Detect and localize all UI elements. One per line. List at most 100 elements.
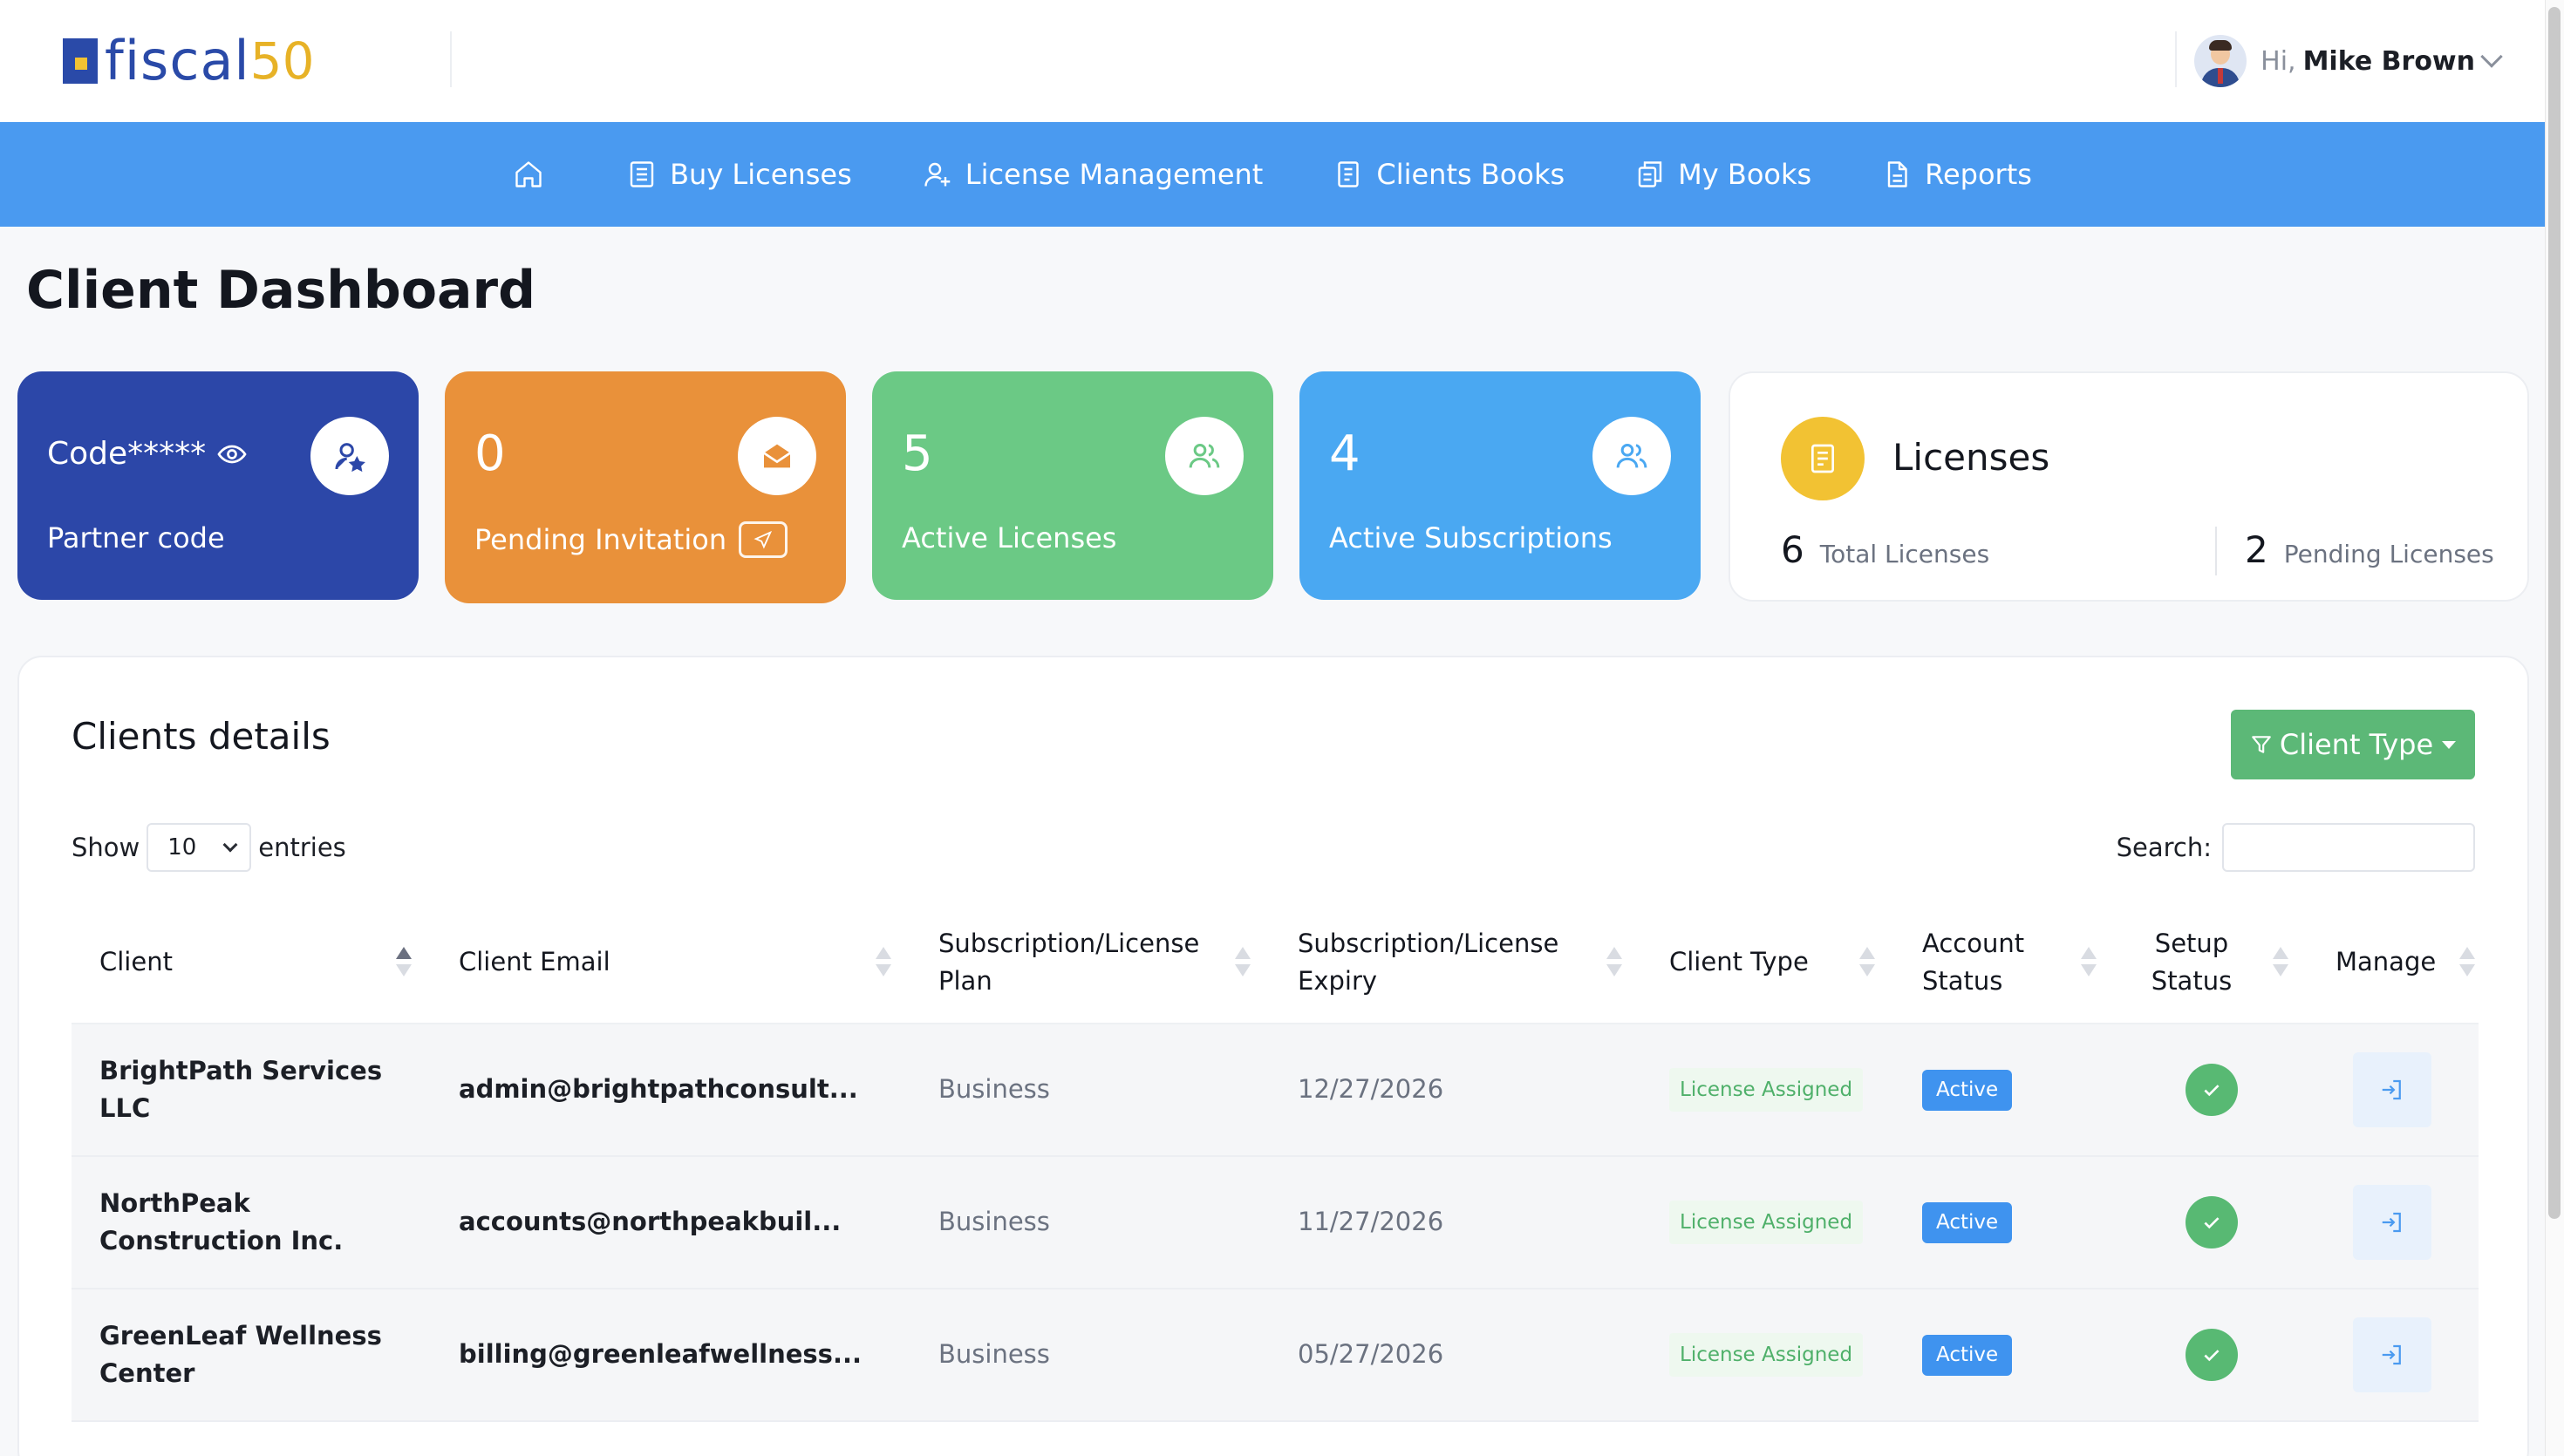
column-header-client-type[interactable]: Client Type	[1641, 901, 1894, 1024]
sort-icon	[1858, 946, 1875, 978]
table-search: Search:	[2117, 823, 2475, 872]
table-row[interactable]: BrightPath Services LLC admin@brightpath…	[72, 1024, 2479, 1157]
manage-login-button[interactable]	[2353, 1185, 2431, 1260]
table-row[interactable]: NorthPeak Construction Inc. accounts@nor…	[72, 1156, 2479, 1289]
client-name: NorthPeak Construction Inc.	[72, 1156, 431, 1289]
client-type-badge: License Assigned	[1669, 1332, 1864, 1378]
copy-icon	[1638, 161, 1662, 187]
entries-label: entries	[258, 833, 346, 862]
nav-home[interactable]	[513, 159, 556, 190]
client-email: admin@brightpathconsult...	[431, 1024, 910, 1157]
user-plus-icon	[924, 162, 950, 187]
table-row[interactable]: GreenLeaf Wellness Center billing@greenl…	[72, 1289, 2479, 1422]
setup-status-cell	[2116, 1024, 2308, 1157]
clients-details-panel: Clients details Client Type Show 10 entr…	[17, 656, 2529, 1456]
entries-select[interactable]: 10	[147, 823, 252, 872]
nav-my-books-label: My Books	[1678, 158, 1812, 191]
account-status-cell: Active	[1894, 1024, 2116, 1157]
stat-divider	[2215, 527, 2217, 575]
sort-icon	[2271, 946, 2288, 978]
sort-icon	[1233, 946, 1251, 978]
sort-icon	[1605, 946, 1622, 978]
entries-select-value: 10	[167, 834, 197, 861]
nav-reports-label: Reports	[1925, 158, 2032, 191]
partner-code-text: Code*****	[47, 436, 207, 472]
home-icon	[515, 161, 542, 187]
active-subscriptions-label: Active Subscriptions	[1329, 521, 1613, 555]
status-badge: Active	[1922, 1335, 2013, 1376]
column-header-plan[interactable]: Subscription/License Plan	[910, 901, 1270, 1024]
sort-icon	[2458, 946, 2475, 978]
active-subscriptions-card: 4 Active Subscriptions	[1299, 371, 1701, 600]
column-header-account-status[interactable]: Account Status	[1894, 901, 2116, 1024]
column-header-client[interactable]: Client	[72, 901, 431, 1024]
partner-code-card: Code***** Partner code	[17, 371, 419, 600]
logo-number: 50	[249, 31, 315, 91]
check-icon	[2186, 1329, 2238, 1381]
header-divider	[2175, 31, 2177, 87]
manage-cell	[2308, 1024, 2479, 1157]
pending-invitation-label: Pending Invitation	[474, 523, 727, 556]
nav-buy-licenses[interactable]: Buy Licenses	[626, 158, 852, 191]
user-menu[interactable]: Hi, Mike Brown	[2194, 31, 2503, 91]
client-type-filter-button[interactable]: Client Type	[2231, 710, 2475, 779]
account-status-cell: Active	[1894, 1289, 2116, 1422]
partner-code-label: Partner code	[47, 521, 225, 555]
manage-login-button[interactable]	[2353, 1317, 2431, 1392]
client-type-cell: License Assigned	[1641, 1289, 1894, 1422]
users-icon	[1592, 417, 1671, 495]
page-title: Client Dashboard	[26, 260, 536, 321]
eye-icon[interactable]	[216, 439, 248, 470]
search-input[interactable]	[2222, 823, 2475, 872]
column-header-setup-status[interactable]: Setup Status	[2116, 901, 2308, 1024]
logo-text: fiscal	[105, 29, 250, 92]
manage-cell	[2308, 1156, 2479, 1289]
active-licenses-card: 5 Active Licenses	[872, 371, 1273, 600]
check-icon	[2186, 1196, 2238, 1248]
book-icon	[1338, 161, 1360, 187]
clients-table: Client Client Email Subscription/License…	[72, 901, 2479, 1422]
nav-license-management[interactable]: License Management	[922, 158, 1263, 191]
setup-status-cell	[2116, 1289, 2308, 1422]
pending-invitation-count: 0	[474, 425, 506, 482]
send-invitation-button[interactable]	[739, 521, 788, 558]
subscription-expiry: 11/27/2026	[1270, 1156, 1641, 1289]
client-name: GreenLeaf Wellness Center	[72, 1289, 431, 1422]
nav-clients-books[interactable]: Clients Books	[1333, 158, 1565, 191]
partner-badge-icon	[310, 417, 389, 495]
licenses-title: Licenses	[1892, 436, 2050, 479]
total-licenses-label: Total Licenses	[1819, 540, 1990, 568]
header-divider	[450, 31, 452, 87]
nav-my-books[interactable]: My Books	[1634, 158, 1811, 191]
chevron-down-icon[interactable]	[2480, 45, 2503, 68]
column-header-client-email[interactable]: Client Email	[431, 901, 910, 1024]
list-icon	[630, 161, 654, 187]
top-header: fiscal 50 Hi, Mike Brown	[0, 0, 2545, 122]
subscription-expiry: 12/27/2026	[1270, 1024, 1641, 1157]
pending-licenses-stat: 2 Pending Licenses	[2245, 528, 2494, 571]
column-header-manage[interactable]: Manage	[2308, 901, 2479, 1024]
search-label: Search:	[2116, 833, 2212, 862]
active-subscriptions-count: 4	[1329, 425, 1360, 482]
status-badge: Active	[1922, 1202, 2013, 1243]
client-email: billing@greenleafwellness...	[431, 1289, 910, 1422]
manage-cell	[2308, 1289, 2479, 1422]
page-scrollbar[interactable]	[2545, 0, 2564, 1456]
column-header-expiry[interactable]: Subscription/License Expiry	[1270, 901, 1641, 1024]
user-name: Mike Brown	[2302, 45, 2475, 77]
active-licenses-count: 5	[902, 425, 933, 482]
total-licenses-stat: 6 Total Licenses	[1781, 528, 1989, 571]
status-badge: Active	[1922, 1070, 2013, 1111]
total-licenses-value: 6	[1781, 528, 1804, 571]
client-name: BrightPath Services LLC	[72, 1024, 431, 1157]
manage-login-button[interactable]	[2353, 1052, 2431, 1127]
send-icon	[754, 530, 773, 549]
nav-reports[interactable]: Reports	[1881, 158, 2032, 191]
licenses-summary-card: Licenses 6 Total Licenses 2 Pending Lice…	[1729, 371, 2529, 602]
show-label: Show	[72, 833, 140, 862]
scrollbar-thumb[interactable]	[2548, 7, 2561, 1219]
pending-licenses-label: Pending Licenses	[2283, 540, 2494, 568]
login-icon	[2382, 1079, 2401, 1100]
account-status-cell: Active	[1894, 1156, 2116, 1289]
fiscal50-logo[interactable]: fiscal 50	[63, 31, 314, 91]
